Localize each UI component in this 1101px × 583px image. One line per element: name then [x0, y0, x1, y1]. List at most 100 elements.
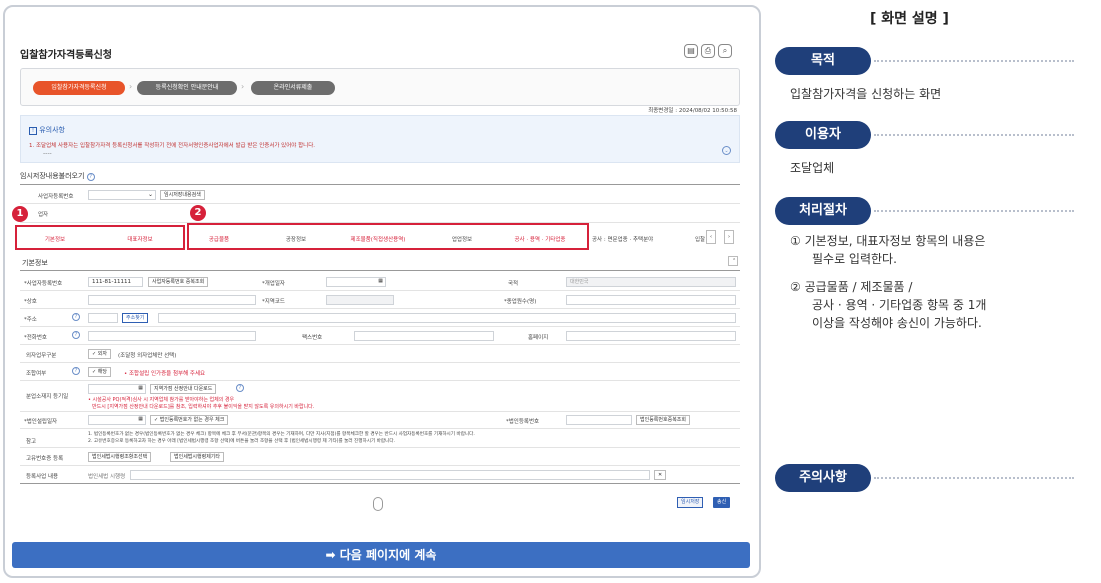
- calendar-icon[interactable]: ▦: [138, 416, 143, 422]
- temp-load-title: 임시저장내용불러오기: [20, 172, 85, 180]
- biz-prefix: 법인세법 시행령: [88, 474, 126, 480]
- tab-factory[interactable]: 공장정보: [272, 235, 320, 243]
- chevron-right-icon: ›: [129, 82, 133, 91]
- help-icon[interactable]: ?: [236, 384, 244, 392]
- opendate-input[interactable]: ▦: [326, 277, 386, 287]
- process-1b: 필수로 입력한다.: [812, 252, 897, 266]
- address-label: *주소: [24, 317, 37, 323]
- temp-save-button[interactable]: 임시저장: [677, 497, 704, 508]
- union-checkbox[interactable]: ✓ 해당: [88, 367, 111, 377]
- tab-specialty[interactable]: 공사 : 면문업종 · 추택분야: [592, 235, 682, 243]
- branch-date-input[interactable]: ▦: [88, 384, 146, 394]
- tab-manufacture[interactable]: 제조물품(직접생산용역): [338, 235, 418, 243]
- employees-input[interactable]: [566, 295, 736, 305]
- temp-row2-label: 업자: [38, 212, 49, 218]
- ref-label: 참고: [26, 439, 37, 445]
- basic-section-title: 기본정보: [22, 259, 48, 267]
- address-search-button[interactable]: 주소찾기: [122, 313, 149, 323]
- dotted-line: [874, 134, 1074, 136]
- zipcode-input[interactable]: [88, 313, 118, 323]
- step-3[interactable]: 온라인서류제출: [251, 81, 335, 95]
- biz-label: 등록사업 내용: [26, 474, 59, 480]
- marker-2: 2: [190, 205, 206, 221]
- help-icon[interactable]: ?: [72, 367, 80, 375]
- union-label: 조합여부: [26, 371, 47, 377]
- temp-bizno-label: 사업자등록번호: [38, 194, 74, 200]
- print-icon[interactable]: ▤: [684, 44, 698, 58]
- phone-input[interactable]: [88, 331, 256, 341]
- notice-text: 1. 조달업체 사용자는 입찰참가자격 등록신청서를 작성하기 전에 전자서명인…: [29, 143, 316, 149]
- process-1: ① 기본정보, 대표자정보 항목의 내용은: [790, 234, 986, 248]
- send-button[interactable]: 송신: [713, 497, 731, 508]
- zoom-icon[interactable]: ⌕: [718, 44, 732, 58]
- branch-download-button[interactable]: 지역가점 산정안내 다운로드: [150, 384, 217, 394]
- scroll-mouse-icon: [373, 497, 383, 511]
- region-label: *지역코드: [262, 299, 285, 305]
- unique-label: 고유번호증 등록: [26, 456, 64, 462]
- process-2: ② 공급물품 / 제조물품 /: [790, 280, 913, 294]
- homepage-input[interactable]: [566, 331, 736, 341]
- caution-pill: 주의사항: [775, 464, 871, 492]
- notice-dash: ----: [43, 150, 52, 157]
- unique-select-button[interactable]: 법인세법시행령조항조선택: [88, 452, 152, 462]
- biz-content-input[interactable]: [130, 470, 650, 480]
- corpno-dup-button[interactable]: 법인등록번호중복조회: [636, 415, 691, 425]
- branch-note-2: 반드시 [지역가점 산정안내 다운로드]를 참조, 입력하셔야 추후 불이익을 …: [92, 404, 315, 410]
- foreign-label: 외자업무구분: [26, 353, 57, 359]
- dotted-line: [874, 477, 1074, 479]
- union-note: • 조합설립 인가증을 첨부해 주세요: [124, 371, 206, 377]
- foreign-note: (조달청 외자업체만 선택): [118, 353, 177, 359]
- collapse-icon[interactable]: ⌃: [728, 256, 738, 266]
- company-label: *상호: [24, 299, 37, 305]
- tab-next-button[interactable]: ›: [724, 230, 734, 244]
- ref-text-1: 1. 법인등록번호가 없는 경우(법인등록번호가 없는 경우 체크) 항목에 체…: [88, 432, 475, 437]
- user-pill: 이용자: [775, 121, 871, 149]
- help-icon[interactable]: ?: [72, 331, 80, 339]
- corpno-label: *법인등록번호: [506, 419, 540, 425]
- foreign-checkbox[interactable]: ✓ 외자: [88, 349, 111, 359]
- region-input[interactable]: [326, 295, 394, 305]
- corpdate-checkbox[interactable]: ✓ 법인등록번호가 없는 경우 체크: [150, 415, 229, 425]
- branch-label: 분업소재지 등기일: [26, 394, 69, 400]
- tab-basic[interactable]: 기본정보: [25, 235, 85, 243]
- step-1[interactable]: 입찰참가자격등록신청: [33, 81, 125, 95]
- fax-label: 팩스번호: [302, 335, 323, 341]
- save-icon[interactable]: ⎙: [701, 44, 715, 58]
- clear-icon[interactable]: ✕: [654, 470, 667, 480]
- tab-supply[interactable]: 공급물품: [195, 235, 243, 243]
- step-2[interactable]: 등록신청확인 안내문안내: [137, 81, 237, 95]
- nation-select[interactable]: 대한민국: [566, 277, 736, 287]
- temp-search-button[interactable]: 임시저장내용검색: [160, 190, 205, 200]
- help-icon[interactable]: ?: [72, 313, 80, 321]
- homepage-label: 홈페이지: [528, 335, 549, 341]
- company-input[interactable]: [88, 295, 256, 305]
- tab-business[interactable]: 업업정보: [438, 235, 486, 243]
- tab-ceo[interactable]: 대표자정보: [110, 235, 170, 243]
- calendar-icon[interactable]: ▦: [138, 385, 143, 391]
- dotted-line: [874, 60, 1074, 62]
- address-input[interactable]: [158, 313, 736, 323]
- dotted-line: [874, 210, 1074, 212]
- nation-label: 국적: [508, 281, 519, 287]
- bizno-dup-button[interactable]: 사업자등록번호 중복조회: [148, 277, 209, 287]
- calendar-icon[interactable]: ▦: [378, 278, 383, 284]
- corpdate-input[interactable]: ▦: [88, 415, 146, 425]
- chevron-down-icon[interactable]: ⌄: [722, 146, 731, 155]
- bizno-input[interactable]: 111-81-11111: [88, 277, 143, 287]
- help-icon[interactable]: ?: [86, 173, 95, 181]
- unique-other-button[interactable]: 법인세법시행령제기타: [170, 452, 225, 462]
- bizno-label: *사업자등록번호: [24, 281, 63, 287]
- fax-input[interactable]: [354, 331, 494, 341]
- last-modified: 최종변경일 : 2024/08/02 10:50:58: [648, 108, 737, 114]
- continue-banner: ➡ 다음 페이지에 계속: [12, 542, 750, 568]
- tab-construction[interactable]: 공사 · 용역 · 기타업종: [500, 235, 580, 243]
- notice-box: 최종변경일 : 2024/08/02 10:50:58 ! 유의사항 1. 조달…: [20, 108, 740, 163]
- corpno-input[interactable]: [566, 415, 632, 425]
- step-navigator: 입찰참가자격등록신청 › 등록신청확인 안내문안내 › 온라인서류제출: [20, 68, 740, 106]
- corpdate-label: *법인설립일자: [24, 419, 58, 425]
- page-title: 입찰참가자격등록신청: [20, 50, 112, 61]
- chevron-right-icon: ›: [241, 82, 245, 91]
- tab-prev-button[interactable]: ‹: [706, 230, 716, 244]
- temp-bizno-select[interactable]: ⌄: [88, 190, 156, 200]
- panel-title: [ 화면 설명 ]: [870, 11, 949, 27]
